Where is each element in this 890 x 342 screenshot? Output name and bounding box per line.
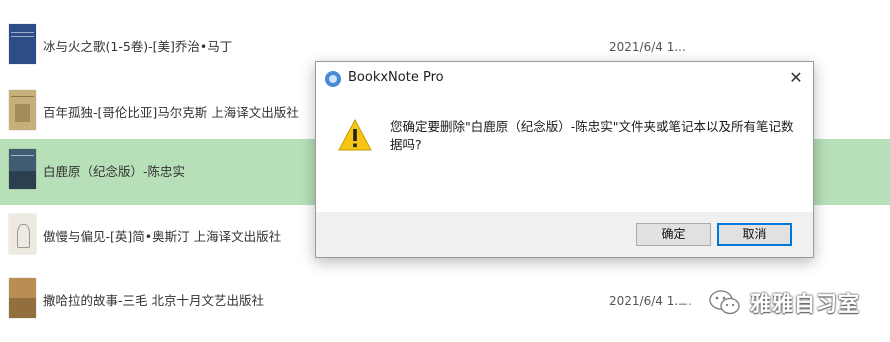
book-title: 撒哈拉的故事-三毛 北京十月文艺出版社 — [43, 293, 264, 308]
ok-button[interactable]: 确定 — [636, 223, 711, 246]
app-icon — [325, 71, 341, 87]
dialog-titlebar[interactable]: BookxNote Pro ✕ — [316, 62, 813, 94]
close-icon[interactable]: ✕ — [779, 62, 813, 94]
dialog-message: 您确定要删除"白鹿原（纪念版）-陈忠实"文件夹或笔记本以及所有笔记数据吗? — [390, 119, 794, 152]
more-indicator: … — [680, 294, 692, 308]
book-cover — [9, 149, 36, 189]
confirm-delete-dialog: BookxNote Pro ✕ 您确定要删除"白鹿原（纪念版）-陈忠实"文件夹或… — [315, 61, 814, 258]
book-cover — [9, 90, 36, 130]
watermark-text: 雅雅自习室 — [750, 292, 860, 316]
book-title: 白鹿原（纪念版）-陈忠实 — [43, 164, 186, 179]
book-cover — [9, 214, 36, 254]
book-title: 傲慢与偏见-[英]简•奥斯汀 上海译文出版社 — [43, 229, 282, 244]
warning-icon — [338, 119, 372, 151]
cancel-button[interactable]: 取消 — [717, 223, 792, 246]
book-cover — [9, 24, 36, 64]
wechat-icon — [709, 290, 740, 315]
book-title: 百年孤独-[哥伦比亚]马尔克斯 上海译文出版社 — [43, 105, 299, 120]
book-date: 2021/6/4 1... — [609, 294, 686, 308]
book-title: 冰与火之歌(1-5卷)-[美]乔治•马丁 — [43, 39, 233, 54]
dialog-body: 您确定要删除"白鹿原（纪念版）-陈忠实"文件夹或笔记本以及所有笔记数据吗? — [316, 94, 813, 212]
book-cover — [9, 278, 36, 318]
dialog-title: BookxNote Pro — [348, 70, 444, 85]
watermark: 雅雅自习室 — [708, 285, 860, 321]
